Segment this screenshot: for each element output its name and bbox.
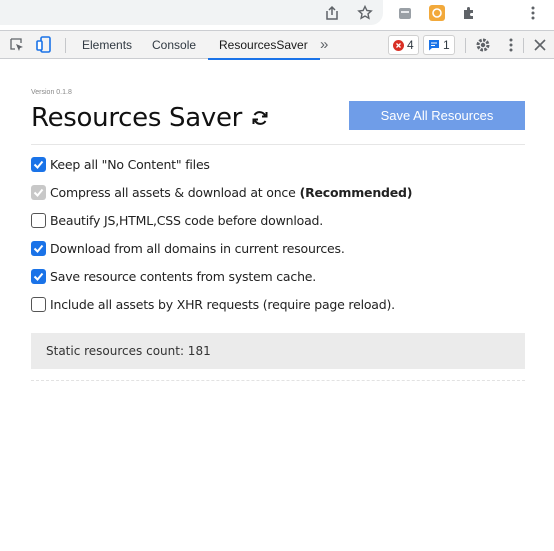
option-label: Keep all "No Content" files [50, 156, 210, 172]
puzzle-extensions-icon[interactable] [459, 3, 479, 23]
checkbox-unchecked-icon[interactable] [31, 296, 46, 312]
browser-menu-icon[interactable] [523, 3, 543, 23]
page-title: Resources Saver [31, 103, 243, 133]
option-system-cache[interactable]: Save resource contents from system cache… [31, 267, 316, 285]
bookmark-star-icon[interactable] [355, 3, 375, 23]
checkbox-checked-icon[interactable] [31, 240, 46, 256]
toolbar-divider [523, 38, 524, 53]
version-label: Version 0.1.8 [31, 89, 72, 96]
devtools-toolbar: Elements Console ResourcesSaver » 4 1 [0, 30, 554, 60]
tab-console[interactable]: Console [152, 31, 196, 59]
kebab-menu-icon[interactable] [501, 35, 521, 55]
checkbox-checked-icon[interactable] [31, 268, 46, 284]
toolbar-divider [65, 38, 66, 53]
error-count-badge[interactable]: 4 [388, 35, 419, 55]
divider [31, 144, 525, 145]
more-tabs-icon[interactable]: » [320, 31, 328, 59]
static-count-label: Static resources count: 181 [46, 344, 211, 358]
toolbar-divider [465, 38, 466, 53]
option-keep-no-content[interactable]: Keep all "No Content" files [31, 155, 210, 173]
static-resources-count: Static resources count: 181 [31, 333, 525, 369]
inspect-element-icon[interactable] [7, 35, 27, 55]
tab-resourcessaver[interactable]: ResourcesSaver [208, 31, 320, 60]
share-icon[interactable] [322, 3, 342, 23]
option-label: Include all assets by XHR requests (requ… [50, 296, 395, 312]
browser-toolbar [0, 0, 554, 25]
save-all-resources-button[interactable]: Save All Resources [349, 101, 525, 130]
error-count: 4 [407, 38, 414, 52]
checkbox-checked-disabled-icon [31, 184, 46, 200]
message-count-badge[interactable]: 1 [423, 35, 455, 55]
checkbox-unchecked-icon[interactable] [31, 212, 46, 228]
extension-two-icon[interactable] [427, 3, 447, 23]
option-label: Save resource contents from system cache… [50, 268, 317, 284]
refresh-icon[interactable] [250, 108, 270, 128]
close-icon[interactable] [530, 35, 550, 55]
settings-gear-icon[interactable] [473, 35, 493, 55]
message-count: 1 [443, 38, 450, 52]
error-icon [393, 39, 404, 51]
device-toolbar-icon[interactable] [34, 35, 54, 55]
extension-one-icon[interactable] [395, 3, 415, 23]
divider [31, 380, 525, 381]
checkbox-checked-icon[interactable] [31, 156, 46, 172]
option-all-domains[interactable]: Download from all domains in current res… [31, 239, 345, 257]
message-icon [429, 40, 439, 51]
title-row: Resources Saver [31, 100, 270, 136]
option-beautify-code[interactable]: Beautify JS,HTML,CSS code before downloa… [31, 211, 323, 229]
option-xhr-requests[interactable]: Include all assets by XHR requests (requ… [31, 295, 395, 313]
tab-elements[interactable]: Elements [82, 31, 132, 59]
option-label: Beautify JS,HTML,CSS code before downloa… [50, 212, 324, 228]
option-label: Download from all domains in current res… [50, 240, 345, 256]
recommended-label: (Recommended) [299, 184, 413, 200]
option-label: Compress all assets & download at once [50, 184, 296, 200]
option-compress-assets[interactable]: Compress all assets & download at once (… [31, 183, 413, 201]
